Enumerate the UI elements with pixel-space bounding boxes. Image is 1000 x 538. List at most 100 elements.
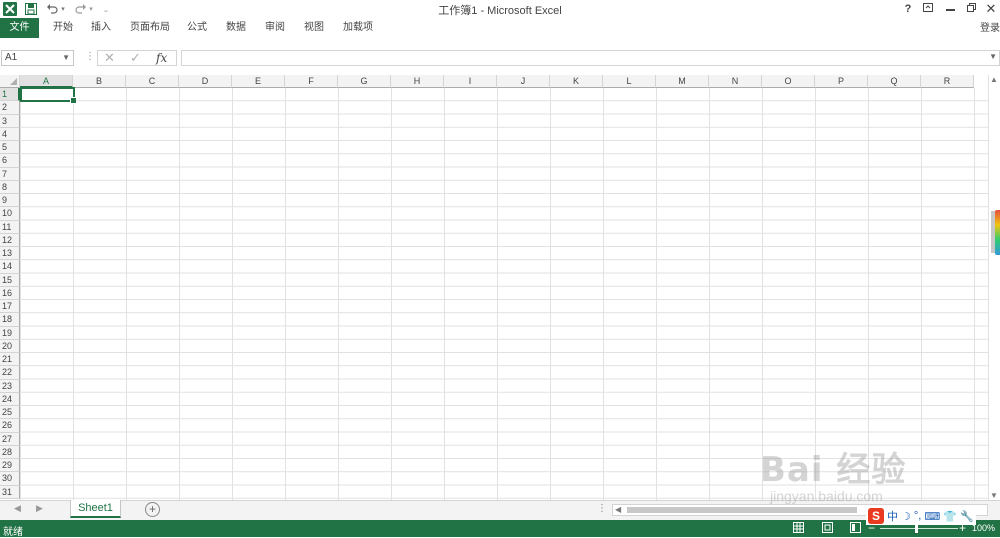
row-header-16[interactable]: 16	[0, 286, 20, 300]
sheet-tab-sheet1[interactable]: Sheet1	[70, 500, 121, 518]
column-header-o[interactable]: O	[762, 75, 815, 88]
sign-in-link[interactable]: 登录	[980, 19, 1000, 34]
column-header-f[interactable]: F	[285, 75, 338, 88]
tab-addins[interactable]: 加载项	[343, 18, 373, 38]
row-header-17[interactable]: 17	[0, 300, 20, 314]
row-header-9[interactable]: 9	[0, 194, 20, 208]
row-header-31[interactable]: 31	[0, 485, 20, 499]
cells-area[interactable]	[20, 88, 988, 500]
tab-formulas[interactable]: 公式	[187, 18, 207, 38]
row-header-26[interactable]: 26	[0, 419, 20, 433]
row-header-28[interactable]: 28	[0, 445, 20, 459]
row-header-19[interactable]: 19	[0, 326, 20, 340]
keyboard-icon[interactable]: ⌨	[924, 510, 940, 523]
page-break-view-icon[interactable]	[850, 522, 862, 534]
ribbon-display-options-icon[interactable]	[919, 1, 937, 17]
row-header-4[interactable]: 4	[0, 127, 20, 141]
side-widget[interactable]	[995, 210, 1000, 255]
tab-split-grip-icon[interactable]: ⋮	[597, 503, 607, 514]
column-header-b[interactable]: B	[73, 75, 126, 88]
column-header-q[interactable]: Q	[868, 75, 921, 88]
ime-mode[interactable]: 中	[887, 508, 898, 524]
column-header-m[interactable]: M	[656, 75, 709, 88]
tab-data[interactable]: 数据	[226, 18, 246, 38]
expand-formula-bar-icon[interactable]: ▼	[989, 52, 997, 61]
row-header-27[interactable]: 27	[0, 432, 20, 446]
punctuation-icon[interactable]: °,	[914, 510, 921, 522]
row-header-8[interactable]: 8	[0, 180, 20, 194]
insert-function-button[interactable]: fx	[156, 51, 167, 65]
row-header-20[interactable]: 20	[0, 339, 20, 353]
sogou-logo-icon[interactable]: S	[868, 508, 884, 524]
column-header-k[interactable]: K	[550, 75, 603, 88]
row-header-15[interactable]: 15	[0, 273, 20, 287]
normal-view-icon[interactable]	[793, 522, 805, 534]
ime-toolbar[interactable]: S 中 ☽ °, ⌨ 👕 🔧	[866, 507, 976, 525]
zoom-slider[interactable]	[880, 528, 958, 529]
add-sheet-icon[interactable]: +	[145, 502, 160, 517]
horizontal-scroll-thumb[interactable]	[627, 507, 857, 513]
row-header-2[interactable]: 2	[0, 101, 20, 115]
row-header-24[interactable]: 24	[0, 392, 20, 406]
column-header-n[interactable]: N	[709, 75, 762, 88]
row-header-1[interactable]: 1	[0, 88, 20, 102]
close-icon[interactable]: ✕	[982, 1, 1000, 17]
active-cell[interactable]	[20, 87, 77, 104]
row-header-7[interactable]: 7	[0, 167, 20, 181]
minimize-icon[interactable]	[941, 1, 959, 17]
cancel-entry-icon[interactable]: ✕	[104, 51, 115, 65]
scroll-up-icon[interactable]: ▲	[990, 75, 998, 84]
column-header-h[interactable]: H	[391, 75, 444, 88]
tab-page-layout[interactable]: 页面布局	[130, 18, 170, 38]
column-header-g[interactable]: G	[338, 75, 391, 88]
column-header-c[interactable]: C	[126, 75, 179, 88]
row-header-21[interactable]: 21	[0, 353, 20, 367]
row-header-22[interactable]: 22	[0, 366, 20, 380]
next-sheet-icon[interactable]: ▶	[36, 503, 43, 514]
formula-input[interactable]: ▼	[181, 50, 1000, 66]
row-header-5[interactable]: 5	[0, 141, 20, 155]
tab-review[interactable]: 审阅	[265, 18, 285, 38]
column-header-j[interactable]: J	[497, 75, 550, 88]
name-box-value: A1	[5, 52, 18, 63]
row-header-11[interactable]: 11	[0, 220, 20, 234]
tab-home[interactable]: 开始	[53, 18, 73, 38]
tab-view[interactable]: 视图	[304, 18, 324, 38]
skin-icon[interactable]: 👕	[943, 510, 957, 523]
row-header-25[interactable]: 25	[0, 406, 20, 420]
page-layout-view-icon[interactable]	[822, 522, 834, 534]
moon-icon[interactable]: ☽	[901, 510, 911, 523]
row-header-10[interactable]: 10	[0, 207, 20, 221]
scroll-down-icon[interactable]: ▼	[990, 491, 998, 500]
vertical-scrollbar[interactable]: ▲ ▼	[988, 75, 1000, 500]
help-button[interactable]: ?	[899, 1, 917, 17]
select-all-button[interactable]	[0, 75, 20, 88]
formula-bar-grip-icon[interactable]: ⋮	[85, 51, 95, 62]
column-header-l[interactable]: L	[603, 75, 656, 88]
column-header-r[interactable]: R	[921, 75, 974, 88]
sheet-tab-bar: ◀ ▶ Sheet1 + ⋮ ◀	[0, 500, 1000, 520]
row-header-23[interactable]: 23	[0, 379, 20, 393]
row-header-18[interactable]: 18	[0, 313, 20, 327]
restore-icon[interactable]	[962, 1, 980, 17]
row-header-14[interactable]: 14	[0, 260, 20, 274]
tools-icon[interactable]: 🔧	[960, 510, 974, 523]
scroll-left-icon[interactable]: ◀	[615, 505, 621, 515]
column-header-p[interactable]: P	[815, 75, 868, 88]
formula-buttons: ✕ ✓ fx	[97, 50, 177, 66]
row-header-13[interactable]: 13	[0, 247, 20, 261]
tab-file[interactable]: 文件	[0, 18, 39, 38]
row-header-29[interactable]: 29	[0, 459, 20, 473]
chevron-down-icon[interactable]: ▼	[62, 51, 70, 65]
name-box[interactable]: A1 ▼	[1, 50, 74, 66]
column-header-e[interactable]: E	[232, 75, 285, 88]
prev-sheet-icon[interactable]: ◀	[14, 503, 21, 514]
row-header-12[interactable]: 12	[0, 233, 20, 247]
row-header-3[interactable]: 3	[0, 114, 20, 128]
row-header-6[interactable]: 6	[0, 154, 20, 168]
column-header-i[interactable]: I	[444, 75, 497, 88]
tab-insert[interactable]: 插入	[91, 18, 111, 38]
confirm-entry-icon[interactable]: ✓	[130, 51, 141, 65]
column-header-d[interactable]: D	[179, 75, 232, 88]
row-header-30[interactable]: 30	[0, 472, 20, 486]
